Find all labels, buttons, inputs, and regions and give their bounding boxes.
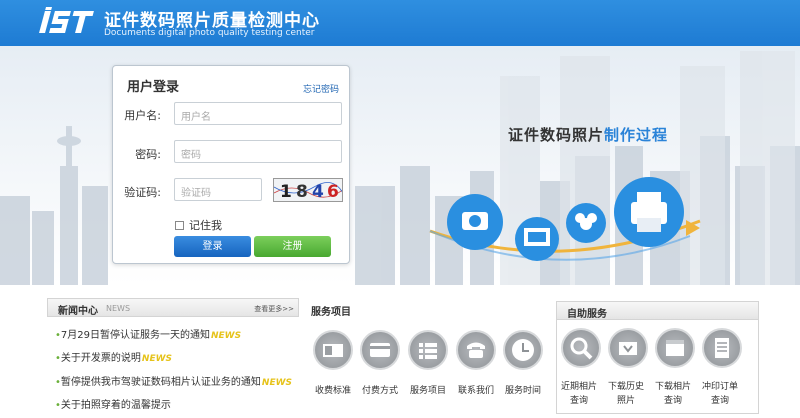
download-history-icon[interactable] — [608, 328, 648, 368]
news-title-en: NEWS — [106, 304, 131, 313]
news-item[interactable]: •7月29日暂停认证服务一天的通知NEWS — [55, 326, 241, 341]
service-label[interactable]: 服务时间 — [493, 383, 553, 396]
news-title: 新闻中心 — [58, 306, 98, 317]
login-title: 用户登录 — [127, 80, 180, 95]
news-item-text: 7月29日暂停认证服务一天的通知 — [60, 330, 210, 341]
self-service-label[interactable]: 下载相片 查询 — [650, 380, 696, 408]
remember-checkbox[interactable] — [175, 221, 184, 230]
process-heading: 证件数码照片制作过程 — [508, 124, 668, 145]
phone-icon[interactable] — [456, 330, 496, 370]
news-item-text: 关于开发票的说明 — [60, 353, 141, 364]
print-order-icon[interactable] — [702, 328, 742, 368]
calendar-icon[interactable] — [655, 328, 695, 368]
payment-method-icon[interactable] — [360, 330, 400, 370]
news-item[interactable]: •关于开发票的说明NEWS — [55, 349, 172, 364]
login-panel: 用户登录 忘记密码 用户名: 用户名 密码: 密码 验证码: 验证码 1 8 4… — [112, 65, 350, 264]
self-service-label[interactable]: 冲印订单 查询 — [697, 380, 743, 408]
news-panel: 新闻中心 NEWS 查看更多>> •7月29日暂停认证服务一天的通知NEWS •… — [47, 298, 299, 418]
remember-label: 记住我 — [189, 219, 222, 232]
news-tag: NEWS — [261, 378, 292, 388]
captcha-char-1: 1 — [280, 182, 292, 202]
search-icon[interactable] — [561, 328, 601, 368]
banner: 证件数码照片制作过程 用户登录 忘记密码 用户名: 用户名 密码: 密码 验证码… — [0, 46, 800, 285]
login-button[interactable]: 登录 — [174, 236, 251, 257]
service-list-icon[interactable] — [408, 330, 448, 370]
header-bar: 证件数码照片质量检测中心 Documents digital photo qua… — [0, 0, 800, 46]
price-standard-icon[interactable] — [313, 330, 353, 370]
clock-icon[interactable] — [503, 330, 543, 370]
password-input[interactable]: 密码 — [174, 140, 342, 163]
site-subtitle: Documents digital photo quality testing … — [104, 28, 315, 38]
password-label: 密码: — [135, 148, 161, 161]
captcha-input[interactable]: 验证码 — [174, 178, 262, 201]
news-tag: NEWS — [211, 331, 242, 341]
news-tag: NEWS — [141, 354, 172, 364]
register-button[interactable]: 注册 — [254, 236, 331, 257]
self-service-label[interactable]: 下载历史 照片 — [603, 380, 649, 408]
captcha-image[interactable]: 1 8 4 6 — [273, 178, 343, 202]
username-label: 用户名: — [124, 109, 161, 122]
captcha-char-4: 6 — [327, 182, 339, 202]
self-service-panel: 自助服务 近期相片 查询 下载历史 照片 下载相片 查询 冲印订单 查询 — [556, 301, 759, 414]
self-service-header: 自助服务 — [556, 301, 759, 320]
news-more-link[interactable]: 查看更多>> — [254, 304, 294, 314]
news-item[interactable]: •关于拍照穿着的温馨提示 — [55, 396, 171, 411]
services-title: 服务项目 — [311, 307, 351, 318]
news-item-text: 暂停提供我市驾驶证数码相片认证业务的通知 — [60, 377, 261, 388]
news-item[interactable]: •暂停提供我市驾驶证数码相片认证业务的通知NEWS — [55, 373, 292, 388]
ist-logo[interactable] — [38, 7, 96, 37]
captcha-char-3: 4 — [312, 182, 324, 202]
self-service-label[interactable]: 近期相片 查询 — [556, 380, 602, 408]
forgot-password-link[interactable]: 忘记密码 — [303, 82, 339, 95]
self-service-title: 自助服务 — [567, 309, 607, 320]
process-heading-part1: 证件数码照片 — [508, 126, 605, 144]
username-input[interactable]: 用户名 — [174, 102, 342, 125]
captcha-label: 验证码: — [124, 186, 161, 199]
news-header: 新闻中心 NEWS 查看更多>> — [47, 298, 299, 317]
captcha-char-2: 8 — [296, 182, 308, 202]
bottom-section: 新闻中心 NEWS 查看更多>> •7月29日暂停认证服务一天的通知NEWS •… — [0, 285, 800, 415]
news-item-text: 关于拍照穿着的温馨提示 — [60, 400, 171, 411]
process-heading-part2: 制作过程 — [604, 126, 669, 144]
